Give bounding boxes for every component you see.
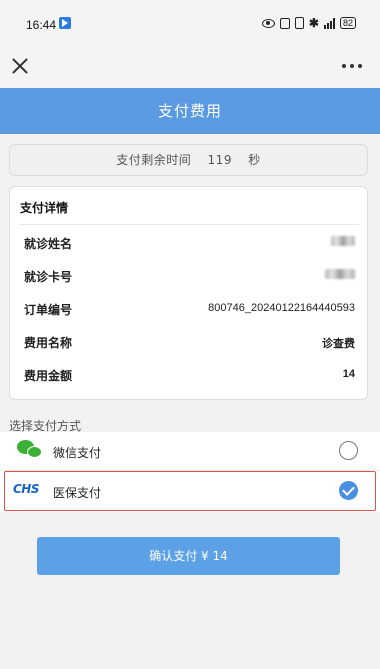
battery-icon: 82 [339, 17, 356, 29]
divider [0, 470, 380, 471]
signal-icon [323, 17, 335, 29]
wechat-icon [17, 440, 43, 460]
vibrate-icon [294, 17, 304, 29]
eye-icon [261, 18, 275, 28]
order-number-value: 800746_20240122164440593 [208, 302, 355, 314]
close-icon[interactable] [10, 56, 30, 76]
detail-label: 订单编号 [24, 303, 73, 317]
detail-row-order-number: 订单编号 800746_20240122164440593 [10, 299, 369, 319]
confirm-payment-button[interactable]: 确认支付 ¥ 14 [37, 537, 340, 575]
radio-medical-insurance[interactable] [339, 481, 358, 500]
payment-option-wechat[interactable]: 微信支付 [0, 432, 380, 470]
app-notification-icon [59, 17, 71, 29]
payment-option-label: 医保支付 [53, 486, 102, 500]
status-time: 16:44 [26, 18, 57, 32]
card-number-redacted [325, 269, 355, 282]
chs-logo-icon: CHS [13, 482, 40, 496]
detail-label: 费用名称 [24, 336, 73, 350]
countdown-seconds: 119 [207, 153, 232, 167]
payment-option-label: 微信支付 [53, 446, 102, 460]
more-icon[interactable] [342, 64, 362, 68]
detail-label: 就诊姓名 [24, 237, 73, 251]
status-icons: ✱ 82 [261, 16, 356, 30]
detail-row-fee-amount: 费用金额 14 [10, 365, 369, 385]
page-title: 支付费用 [0, 88, 380, 134]
countdown-unit: 秒 [248, 153, 261, 167]
nav-bar [0, 48, 380, 88]
details-title: 支付详情 [20, 201, 69, 215]
status-bar: 16:44 ✱ 82 [0, 0, 380, 48]
detail-row-patient-name: 就诊姓名 [10, 233, 369, 253]
nfc-icon [279, 17, 290, 29]
payment-option-medical-insurance[interactable]: CHS 医保支付 [0, 472, 380, 510]
bluetooth-icon: ✱ [308, 16, 319, 30]
payment-countdown: 支付剩余时间 119 秒 [9, 144, 368, 176]
divider [20, 224, 359, 225]
detail-label: 就诊卡号 [24, 270, 73, 284]
patient-name-redacted [331, 236, 355, 249]
countdown-label: 支付剩余时间 [116, 153, 192, 167]
detail-label: 费用金额 [24, 369, 73, 383]
fee-name-value: 诊查费 [322, 337, 355, 350]
payment-method-list: 微信支付 CHS 医保支付 [0, 432, 380, 512]
detail-row-fee-name: 费用名称 诊查费 [10, 332, 369, 352]
detail-row-card-number: 就诊卡号 [10, 266, 369, 286]
payment-details-card: 支付详情 就诊姓名 就诊卡号 订单编号 800746_2024012216444… [9, 186, 368, 400]
fee-amount-value: 14 [342, 368, 355, 380]
radio-wechat[interactable] [339, 441, 358, 460]
